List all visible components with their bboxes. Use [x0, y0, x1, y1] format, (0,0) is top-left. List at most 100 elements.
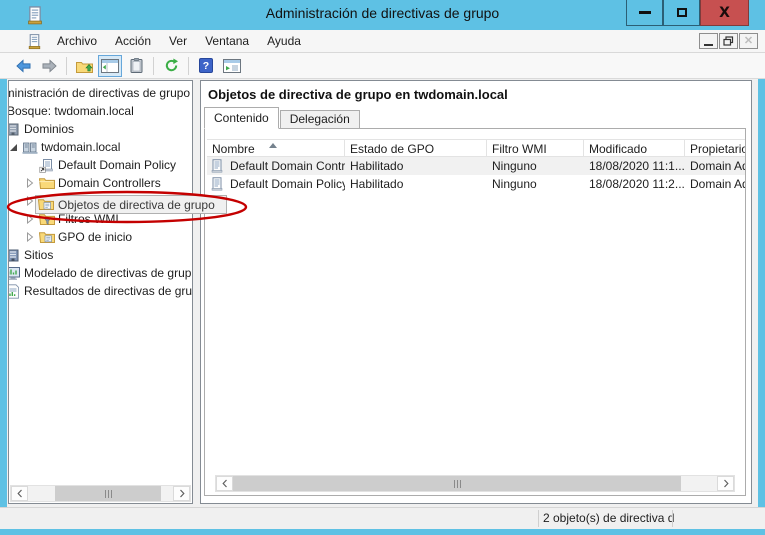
- mdi-minimize-icon: [704, 44, 713, 46]
- scroll-thumb[interactable]: [233, 476, 681, 491]
- scroll-thumb[interactable]: [55, 486, 161, 501]
- svg-text:?: ?: [203, 60, 209, 72]
- list-horizontal-scrollbar[interactable]: [215, 475, 735, 492]
- gpmc-window: Administración de directivas de grupo X …: [0, 0, 765, 535]
- tree-item-sitios[interactable]: Sitios: [8, 246, 192, 264]
- table-row[interactable]: Default Domain Policy Habilitado Ninguno…: [207, 175, 745, 193]
- gpo-icon: [210, 177, 224, 191]
- tree-selected-item-objetos-gpo[interactable]: Objetos de directiva de grupo: [35, 195, 227, 214]
- tab-contenido[interactable]: Contenido: [204, 107, 279, 129]
- column-header-modificado[interactable]: Modificado: [584, 140, 685, 156]
- mdi-close-button[interactable]: ✕: [739, 33, 758, 49]
- column-header-filtro-wmi[interactable]: Filtro WMI: [487, 140, 584, 156]
- gpo-list-header: Nombre Estado de GPO Filtro WMI Modifica…: [207, 139, 745, 157]
- minimize-icon: [639, 11, 651, 14]
- tree-horizontal-scrollbar[interactable]: [10, 485, 191, 502]
- gpo-list: Nombre Estado de GPO Filtro WMI Modifica…: [207, 139, 745, 193]
- minimize-button[interactable]: [626, 0, 663, 26]
- close-button[interactable]: X: [700, 0, 749, 26]
- tree-item-domain-controllers[interactable]: Domain Controllers: [26, 174, 192, 192]
- back-icon: [15, 59, 32, 73]
- collapsed-arrow-icon[interactable]: [26, 232, 39, 242]
- scroll-left-button[interactable]: [216, 476, 233, 491]
- column-header-propietario[interactable]: Propietario: [685, 140, 746, 156]
- close-icon: X: [719, 6, 730, 20]
- tab-content-contenido: Nombre Estado de GPO Filtro WMI Modifica…: [204, 128, 746, 496]
- sort-ascending-icon: [269, 143, 277, 148]
- mdi-restore-button[interactable]: [719, 33, 738, 49]
- results-pane: Objetos de directiva de grupo en twdomai…: [200, 80, 752, 504]
- console-tree-icon: [101, 59, 119, 73]
- maximize-button[interactable]: [663, 0, 700, 26]
- back-button[interactable]: [11, 55, 35, 77]
- chevron-right-icon: [179, 489, 185, 498]
- starter-gpo-folder-icon: [39, 230, 55, 245]
- menubar: Archivo Acción Ver Ventana Ayuda ✕: [0, 30, 765, 53]
- status-divider: [672, 510, 673, 527]
- tree: Administración de directivas de grupo Bo…: [9, 84, 192, 300]
- table-row[interactable]: Default Domain Contro... Habilitado Ning…: [207, 157, 745, 175]
- toolbar-separator: [153, 57, 154, 75]
- gpo-link-icon: [39, 158, 55, 173]
- scroll-right-button[interactable]: [717, 476, 734, 491]
- chevron-left-icon: [222, 479, 228, 488]
- column-header-nombre[interactable]: Nombre: [207, 140, 345, 156]
- refresh-button[interactable]: [159, 55, 183, 77]
- tab-strip: Contenido Delegación: [204, 107, 361, 129]
- tree-item-twdomain[interactable]: twdomain.local: [9, 138, 192, 156]
- folder-up-icon: [76, 59, 93, 73]
- show-console-tree-button[interactable]: [98, 55, 122, 77]
- menu-archivo[interactable]: Archivo: [48, 30, 106, 52]
- gpo-folder-icon: [38, 197, 54, 212]
- status-divider: [538, 510, 539, 527]
- console-tree-panel: Administración de directivas de grupo Bo…: [8, 80, 193, 504]
- domain-icon: [22, 140, 38, 155]
- forward-icon: [41, 59, 58, 73]
- menu-accion[interactable]: Acción: [106, 30, 160, 52]
- menu-ver[interactable]: Ver: [160, 30, 196, 52]
- tree-item-modelado[interactable]: Modelado de directivas de grupo: [8, 264, 192, 282]
- mdi-close-icon: ✕: [744, 36, 753, 47]
- column-header-estado[interactable]: Estado de GPO: [345, 140, 487, 156]
- paste-button[interactable]: [124, 55, 148, 77]
- grip-icon: [105, 490, 112, 498]
- tree-item-gpo-de-inicio[interactable]: GPO de inicio: [26, 228, 192, 246]
- scroll-left-button[interactable]: [11, 486, 28, 501]
- menu-ventana[interactable]: Ventana: [196, 30, 258, 52]
- grip-icon: [454, 480, 461, 488]
- clipboard-icon: [130, 58, 143, 73]
- collapsed-arrow-icon[interactable]: [26, 178, 39, 188]
- chevron-left-icon: [17, 489, 23, 498]
- gpo-icon: [210, 159, 224, 173]
- tree-item-dominios[interactable]: Dominios: [8, 120, 192, 138]
- mdi-minimize-button[interactable]: [699, 33, 718, 49]
- chevron-right-icon: [723, 479, 729, 488]
- results-pane-title: Objetos de directiva de grupo en twdomai…: [208, 87, 508, 102]
- tree-item-resultados[interactable]: Resultados de directivas de grupo: [8, 282, 192, 300]
- export-list-button[interactable]: [220, 55, 244, 77]
- domains-icon: [8, 122, 21, 137]
- results-icon: [8, 284, 21, 299]
- status-text: 2 objeto(s) de directiva d: [543, 511, 674, 525]
- console-icon: [27, 33, 42, 50]
- tree-selected-item-label: Objetos de directiva de grupo: [58, 198, 215, 212]
- tree-item-default-domain-policy[interactable]: Default Domain Policy: [26, 156, 192, 174]
- tree-item-forest[interactable]: Bosque: twdomain.local: [8, 102, 192, 120]
- collapsed-arrow-icon[interactable]: [26, 214, 39, 224]
- folder-icon: [39, 176, 55, 191]
- tree-item-root[interactable]: Administración de directivas de grupo: [8, 84, 192, 102]
- refresh-icon: [164, 58, 179, 73]
- toolbar-separator: [188, 57, 189, 75]
- scroll-right-button[interactable]: [173, 486, 190, 501]
- tab-delegacion[interactable]: Delegación: [280, 110, 360, 129]
- menu-ayuda[interactable]: Ayuda: [258, 30, 310, 52]
- titlebar[interactable]: Administración de directivas de grupo X: [0, 0, 765, 30]
- help-icon: ?: [199, 58, 213, 73]
- mdi-restore-icon: [723, 36, 734, 46]
- forward-button[interactable]: [37, 55, 61, 77]
- up-one-level-button[interactable]: [72, 55, 96, 77]
- toolbar: ?: [0, 53, 765, 79]
- modeling-icon: [8, 266, 21, 281]
- help-button[interactable]: ?: [194, 55, 218, 77]
- expanded-arrow-icon[interactable]: [9, 143, 22, 152]
